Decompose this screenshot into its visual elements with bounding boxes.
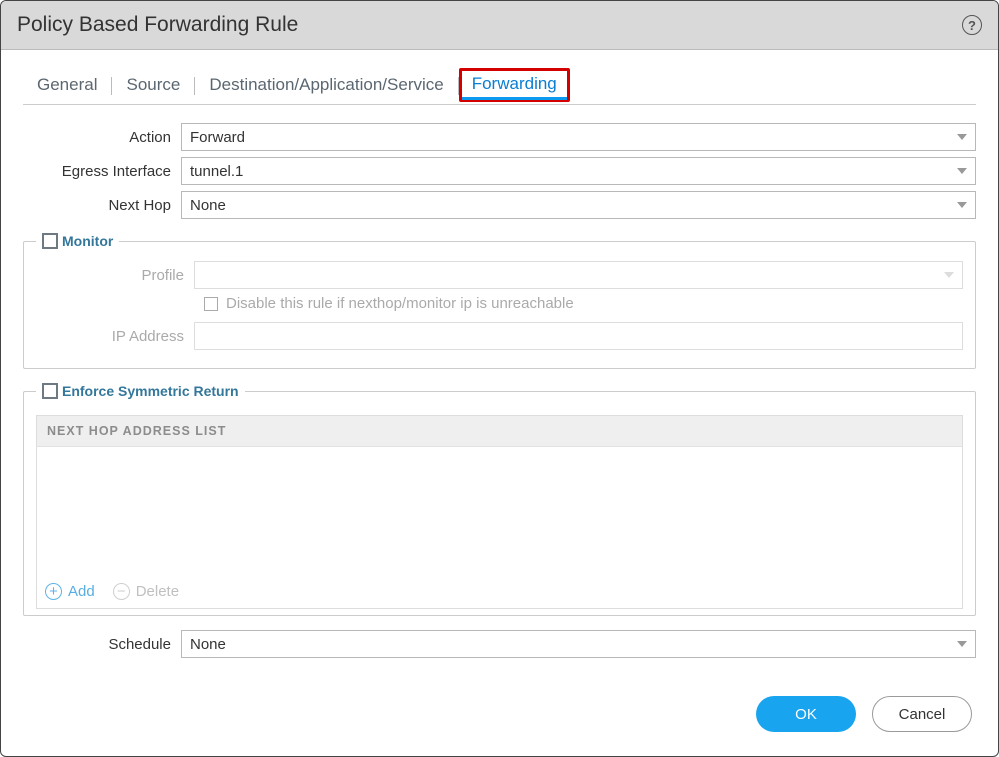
action-value: Forward <box>190 129 245 146</box>
minus-circle-icon: − <box>113 583 130 600</box>
chevron-down-icon <box>957 134 967 140</box>
chevron-down-icon <box>957 202 967 208</box>
row-action: Action Forward <box>23 123 976 151</box>
next-hop-address-list-footer: + Add − Delete <box>37 577 962 608</box>
tab-general[interactable]: General <box>23 69 111 103</box>
next-hop-label: Next Hop <box>23 197 181 214</box>
row-next-hop: Next Hop None <box>23 191 976 219</box>
row-monitor-disable-rule: Disable this rule if nexthop/monitor ip … <box>204 295 963 312</box>
monitor-legend[interactable]: Monitor <box>36 233 119 249</box>
symmetric-return-checkbox[interactable] <box>42 383 58 399</box>
action-select[interactable]: Forward <box>181 123 976 151</box>
symmetric-return-legend-label: Enforce Symmetric Return <box>62 383 239 399</box>
egress-interface-select[interactable]: tunnel.1 <box>181 157 976 185</box>
schedule-value: None <box>190 636 226 653</box>
chevron-down-icon <box>957 168 967 174</box>
next-hop-address-list-body <box>37 447 962 577</box>
tabs: General Source Destination/Application/S… <box>23 68 976 105</box>
delete-button[interactable]: − Delete <box>113 583 179 600</box>
tab-source[interactable]: Source <box>112 69 194 103</box>
next-hop-address-list-panel: NEXT HOP ADDRESS LIST + Add − Delete <box>36 415 963 609</box>
add-button-label: Add <box>68 583 95 600</box>
dialog-title: Policy Based Forwarding Rule <box>17 13 298 37</box>
symmetric-return-group: Enforce Symmetric Return NEXT HOP ADDRES… <box>23 383 976 616</box>
monitor-checkbox[interactable] <box>42 233 58 249</box>
plus-circle-icon: + <box>45 583 62 600</box>
action-label: Action <box>23 129 181 146</box>
chevron-down-icon <box>957 641 967 647</box>
next-hop-select[interactable]: None <box>181 191 976 219</box>
disable-rule-label: Disable this rule if nexthop/monitor ip … <box>226 295 574 312</box>
row-monitor-ip-address: IP Address <box>36 322 963 350</box>
monitor-legend-label: Monitor <box>62 233 113 249</box>
egress-interface-value: tunnel.1 <box>190 163 243 180</box>
dialog-footer: OK Cancel <box>1 678 998 756</box>
dialog-titlebar: Policy Based Forwarding Rule ? <box>1 1 998 50</box>
cancel-button[interactable]: Cancel <box>872 696 972 732</box>
pbf-rule-dialog: Policy Based Forwarding Rule ? General S… <box>0 0 999 757</box>
tab-forwarding[interactable]: Forwarding <box>459 68 570 102</box>
help-icon[interactable]: ? <box>962 15 982 35</box>
monitor-ip-address-input[interactable] <box>194 322 963 350</box>
symmetric-return-legend[interactable]: Enforce Symmetric Return <box>36 383 245 399</box>
ok-button[interactable]: OK <box>756 696 856 732</box>
next-hop-address-list-title: NEXT HOP ADDRESS LIST <box>37 416 962 447</box>
monitor-profile-select[interactable] <box>194 261 963 289</box>
row-egress-interface: Egress Interface tunnel.1 <box>23 157 976 185</box>
disable-rule-checkbox[interactable] <box>204 297 218 311</box>
schedule-select[interactable]: None <box>181 630 976 658</box>
dialog-content: General Source Destination/Application/S… <box>1 50 998 678</box>
row-monitor-profile: Profile <box>36 261 963 289</box>
forwarding-form: Action Forward Egress Interface tunnel.1 <box>23 123 976 658</box>
monitor-profile-label: Profile <box>36 267 194 284</box>
next-hop-value: None <box>190 197 226 214</box>
schedule-label: Schedule <box>23 636 181 653</box>
tab-destination-application-service[interactable]: Destination/Application/Service <box>195 69 457 103</box>
delete-button-label: Delete <box>136 583 179 600</box>
chevron-down-icon <box>944 272 954 278</box>
monitor-ip-address-label: IP Address <box>36 328 194 345</box>
row-schedule: Schedule None <box>23 630 976 658</box>
add-button[interactable]: + Add <box>45 583 95 600</box>
monitor-group: Monitor Profile Disable this rule if nex… <box>23 233 976 369</box>
egress-interface-label: Egress Interface <box>23 163 181 180</box>
